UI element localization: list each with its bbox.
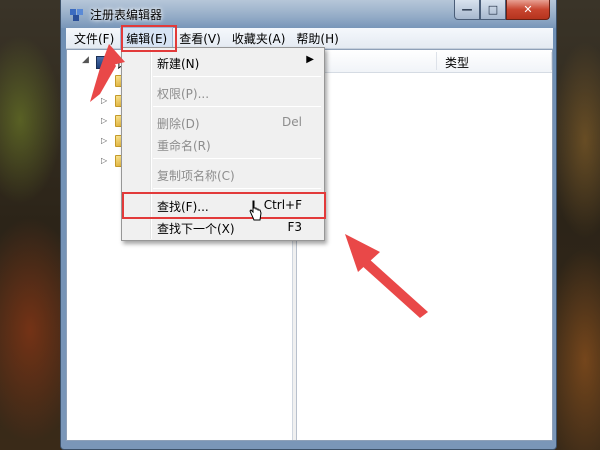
annotation-arrows xyxy=(90,44,428,318)
arrow-to-find-item-icon xyxy=(345,234,428,318)
arrow-to-edit-menu-icon xyxy=(90,44,125,102)
